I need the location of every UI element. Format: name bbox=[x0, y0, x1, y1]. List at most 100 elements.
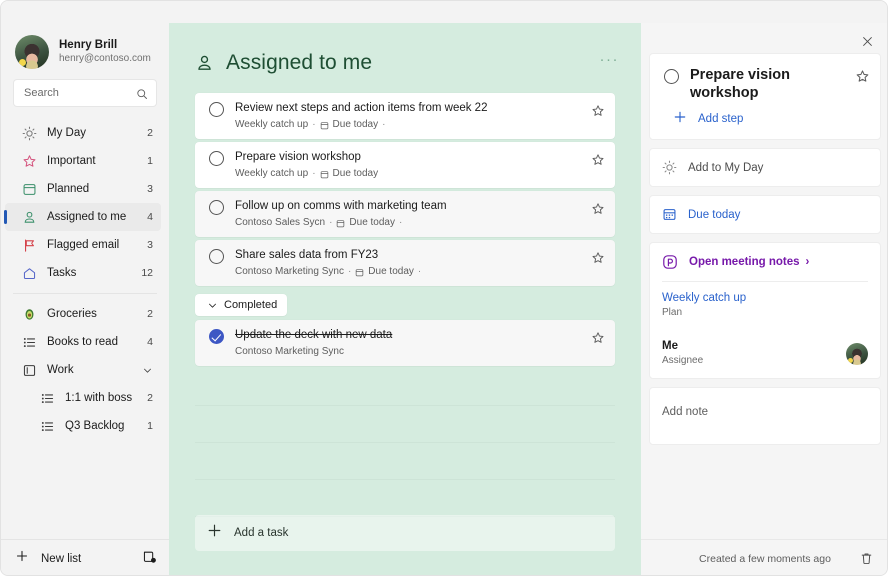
plan-name: Weekly catch up bbox=[662, 291, 868, 306]
app-window: Henry Brill henry@contoso.com bbox=[0, 0, 888, 576]
task-list-name: Contoso Marketing Sync bbox=[235, 345, 344, 359]
task-checkbox[interactable] bbox=[209, 151, 224, 166]
task-list: Review next steps and action items from … bbox=[169, 75, 641, 366]
person-icon bbox=[195, 54, 214, 73]
sidebar-group-work[interactable]: Work bbox=[5, 356, 161, 384]
add-step-label: Add step bbox=[698, 113, 743, 125]
task-row[interactable]: Review next steps and action items from … bbox=[195, 93, 615, 139]
sidebar-item-tasks[interactable]: Tasks 12 bbox=[5, 259, 161, 287]
sidebar-smart-lists: My Day 2 Important 1 bbox=[1, 117, 169, 440]
note-card[interactable]: Add note bbox=[649, 387, 881, 445]
task-checkbox[interactable] bbox=[209, 200, 224, 215]
meta-separator: · bbox=[329, 216, 332, 230]
due-date-card[interactable]: Due today bbox=[649, 195, 881, 234]
sidebar-divider bbox=[13, 293, 157, 294]
sidebar: Henry Brill henry@contoso.com bbox=[1, 23, 169, 576]
task-title: Share sales data from FY23 bbox=[235, 248, 581, 263]
created-timestamp: Created a few moments ago bbox=[699, 553, 831, 565]
trash-icon[interactable] bbox=[859, 551, 875, 567]
add-step-button[interactable]: Add step bbox=[650, 104, 880, 139]
calendar-icon bbox=[320, 121, 329, 130]
sidebar-item-label: Important bbox=[47, 155, 147, 167]
task-star-icon[interactable] bbox=[591, 251, 605, 265]
task-meta: Contoso Sales Sycn · Due today · bbox=[235, 216, 581, 230]
sidebar-item-count: 1 bbox=[147, 155, 161, 167]
new-list-label: New list bbox=[41, 553, 142, 565]
assignee-caption: Assignee bbox=[662, 354, 868, 368]
task-list-name: Weekly catch up bbox=[235, 167, 308, 181]
task-checkbox[interactable] bbox=[209, 102, 224, 117]
sidebar-item-count: 2 bbox=[147, 127, 161, 139]
sidebar-item-count: 1 bbox=[147, 420, 161, 432]
sidebar-item-assigned-to-me[interactable]: Assigned to me 4 bbox=[5, 203, 161, 231]
chevron-right-icon: › bbox=[806, 256, 810, 268]
house-icon bbox=[21, 265, 37, 281]
title-bar bbox=[1, 1, 888, 24]
add-to-my-day-label: Add to My Day bbox=[688, 162, 763, 174]
person-icon bbox=[21, 209, 37, 225]
detail-star-icon[interactable] bbox=[855, 69, 870, 89]
list-options-button[interactable]: ··· bbox=[600, 51, 620, 76]
loop-icon bbox=[662, 254, 678, 270]
assignee-row[interactable]: Me Assignee bbox=[650, 330, 880, 378]
sidebar-item-q3-backlog[interactable]: Q3 Backlog 1 bbox=[5, 412, 161, 440]
list-header: Assigned to me ··· bbox=[169, 23, 641, 75]
sidebar-item-flagged-email[interactable]: Flagged email 3 bbox=[5, 231, 161, 259]
task-row[interactable]: Follow up on comms with marketing team C… bbox=[195, 191, 615, 237]
task-checkbox[interactable] bbox=[209, 329, 224, 344]
task-star-icon[interactable] bbox=[591, 331, 605, 345]
task-row[interactable]: Share sales data from FY23 Contoso Marke… bbox=[195, 240, 615, 286]
calendar-icon bbox=[336, 219, 345, 228]
detail-task-checkbox[interactable] bbox=[664, 69, 679, 84]
empty-row bbox=[195, 369, 615, 406]
search-box[interactable] bbox=[13, 79, 157, 107]
open-meeting-notes-label: Open meeting notes bbox=[689, 256, 800, 268]
sun-icon bbox=[662, 160, 677, 175]
chevron-down-icon[interactable] bbox=[142, 365, 161, 376]
calendar-icon bbox=[662, 207, 677, 222]
list-icon bbox=[39, 390, 55, 406]
sidebar-item-important[interactable]: Important 1 bbox=[5, 147, 161, 175]
open-meeting-notes-link[interactable]: Open meeting notes › bbox=[650, 243, 880, 281]
plus-icon bbox=[207, 523, 222, 543]
detail-footer: Created a few moments ago bbox=[641, 539, 888, 576]
task-row[interactable]: Update the deck with new data Contoso Ma… bbox=[195, 320, 615, 366]
new-group-icon[interactable] bbox=[142, 549, 157, 569]
list-icon bbox=[21, 334, 37, 350]
add-task-button[interactable]: Add a task bbox=[195, 515, 615, 551]
meta-separator: · bbox=[312, 167, 315, 181]
sidebar-item-books-to-read[interactable]: Books to read 4 bbox=[5, 328, 161, 356]
close-icon[interactable] bbox=[855, 29, 879, 53]
page-title: Assigned to me bbox=[226, 51, 600, 75]
task-due: Due today bbox=[349, 216, 395, 230]
calendar-icon bbox=[355, 268, 364, 277]
completed-label: Completed bbox=[224, 299, 277, 311]
task-star-icon[interactable] bbox=[591, 104, 605, 118]
new-list-button[interactable]: New list bbox=[1, 539, 169, 576]
meeting-info-card: Open meeting notes › Weekly catch up Pla… bbox=[649, 242, 881, 379]
sidebar-item-count: 12 bbox=[141, 267, 161, 279]
profile-name: Henry Brill bbox=[59, 38, 151, 52]
detail-task-card: Prepare vision workshop Add step bbox=[649, 53, 881, 140]
sidebar-item-groceries[interactable]: Groceries 2 bbox=[5, 300, 161, 328]
sidebar-item-my-day[interactable]: My Day 2 bbox=[5, 119, 161, 147]
task-meta: Weekly catch up · Due today bbox=[235, 167, 581, 181]
task-row[interactable]: Prepare vision workshop Weekly catch up … bbox=[195, 142, 615, 188]
task-title: Review next steps and action items from … bbox=[235, 101, 581, 116]
sidebar-item-1-1-with-boss[interactable]: 1:1 with boss 2 bbox=[5, 384, 161, 412]
plus-icon bbox=[673, 110, 687, 127]
add-to-my-day-card[interactable]: Add to My Day bbox=[649, 148, 881, 187]
user-profile[interactable]: Henry Brill henry@contoso.com bbox=[1, 23, 169, 77]
completed-section-toggle[interactable]: Completed bbox=[195, 294, 287, 316]
search-input[interactable] bbox=[14, 80, 156, 106]
plan-row[interactable]: Weekly catch up Plan bbox=[650, 282, 880, 330]
sidebar-item-planned[interactable]: Planned 3 bbox=[5, 175, 161, 203]
task-title: Prepare vision workshop bbox=[235, 150, 581, 165]
group-icon bbox=[21, 362, 37, 378]
detail-panel: Prepare vision workshop Add step bbox=[641, 23, 888, 576]
plus-icon bbox=[15, 549, 29, 568]
task-due: Due today bbox=[368, 265, 414, 279]
task-star-icon[interactable] bbox=[591, 153, 605, 167]
task-checkbox[interactable] bbox=[209, 249, 224, 264]
task-star-icon[interactable] bbox=[591, 202, 605, 216]
